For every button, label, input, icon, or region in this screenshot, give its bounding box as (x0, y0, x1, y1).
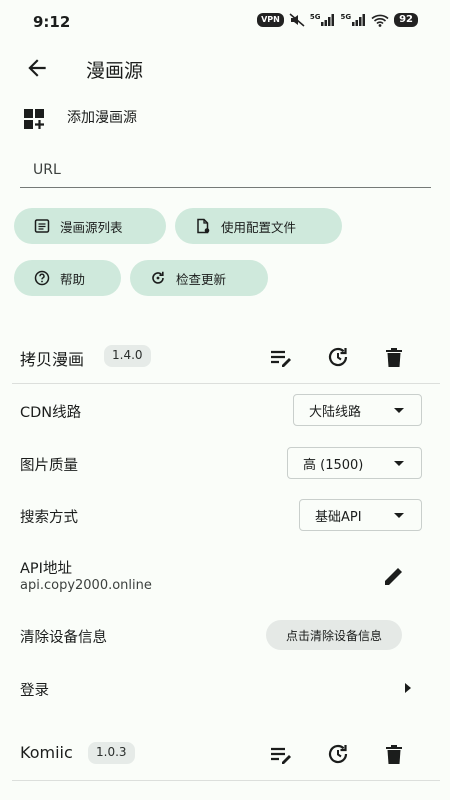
help-icon (34, 270, 50, 286)
version-badge: 1.4.0 (104, 345, 151, 367)
list-icon (34, 219, 50, 233)
divider (12, 383, 440, 384)
help-label: 帮助 (60, 271, 86, 287)
update-source-button[interactable] (324, 343, 352, 371)
chevron-down-icon (394, 512, 404, 518)
source-header: 拷贝漫画 1.4.0 (0, 331, 450, 383)
quality-label: 图片质量 (20, 458, 78, 474)
pencil-icon (385, 568, 402, 585)
page-title: 漫画源 (86, 60, 144, 82)
edit-api-button[interactable] (380, 562, 408, 590)
network-1-label: 5G (309, 13, 321, 21)
help-button[interactable]: 帮助 (14, 260, 121, 296)
version-badge: 1.0.3 (88, 742, 135, 764)
edit-list-icon (271, 350, 291, 367)
source-list-button[interactable]: 漫画源列表 (14, 208, 166, 244)
signal-2-icon (352, 14, 366, 26)
add-source-label: 添加漫画源 (67, 110, 137, 126)
battery-indicator: 92 (394, 13, 418, 27)
search-mode-value: 基础API (315, 509, 362, 525)
cdn-value: 大陆线路 (309, 404, 362, 420)
delete-source-button[interactable] (380, 343, 408, 371)
back-button[interactable] (24, 55, 50, 81)
clear-device-button[interactable]: 点击清除设备信息 (266, 620, 403, 650)
search-mode-dropdown[interactable]: 基础API (299, 499, 422, 531)
edit-source-button[interactable] (267, 740, 295, 768)
app-bar: 漫画源 (0, 44, 450, 90)
chevron-down-icon (394, 460, 404, 466)
source-name: Komiic (20, 743, 73, 762)
delete-icon (386, 348, 402, 367)
login-row[interactable]: 登录 (0, 668, 450, 712)
wifi-icon (371, 14, 389, 27)
update-icon (328, 347, 348, 367)
vpn-badge: VPN (257, 13, 284, 27)
play-arrow-icon (405, 683, 411, 693)
source-header: Komiic 1.0.3 (0, 728, 450, 780)
file-settings-icon (197, 218, 210, 234)
add-grid-icon (24, 109, 44, 129)
delete-source-button[interactable] (380, 740, 408, 768)
status-bar: 9:12 VPN 5G 5G 92 (0, 0, 450, 44)
add-source-row[interactable]: 添加漫画源 (0, 96, 450, 140)
quality-value: 高 (1500) (303, 457, 364, 473)
refresh-icon (152, 271, 164, 284)
update-icon (328, 744, 348, 764)
delete-icon (386, 745, 402, 764)
update-source-button[interactable] (324, 740, 352, 768)
api-address-label: API地址 (20, 561, 72, 577)
quality-dropdown[interactable]: 高 (1500) (287, 447, 422, 479)
chevron-down-icon (394, 407, 404, 413)
use-config-label: 使用配置文件 (221, 219, 297, 235)
signal-1-icon (321, 14, 335, 26)
check-update-button[interactable]: 检查更新 (130, 260, 268, 296)
login-label: 登录 (20, 683, 49, 699)
cdn-dropdown[interactable]: 大陆线路 (293, 394, 422, 426)
status-icons: VPN 5G 5G 92 (257, 13, 418, 27)
source-name: 拷贝漫画 (20, 350, 85, 369)
clear-device-label: 清除设备信息 (20, 630, 107, 646)
api-address-value: api.copy2000.online (20, 578, 152, 593)
back-arrow-icon (28, 59, 46, 77)
check-update-label: 检查更新 (176, 271, 227, 287)
network-2-label: 5G (340, 13, 352, 21)
search-mode-label: 搜索方式 (20, 510, 78, 526)
url-input[interactable] (20, 152, 431, 188)
mute-icon (289, 13, 305, 27)
cdn-label: CDN线路 (20, 405, 82, 421)
use-config-button[interactable]: 使用配置文件 (175, 208, 342, 244)
edit-list-icon (271, 747, 291, 764)
source-list-label: 漫画源列表 (60, 219, 123, 235)
status-time: 9:12 (33, 13, 71, 31)
divider (12, 780, 440, 781)
edit-source-button[interactable] (267, 343, 295, 371)
